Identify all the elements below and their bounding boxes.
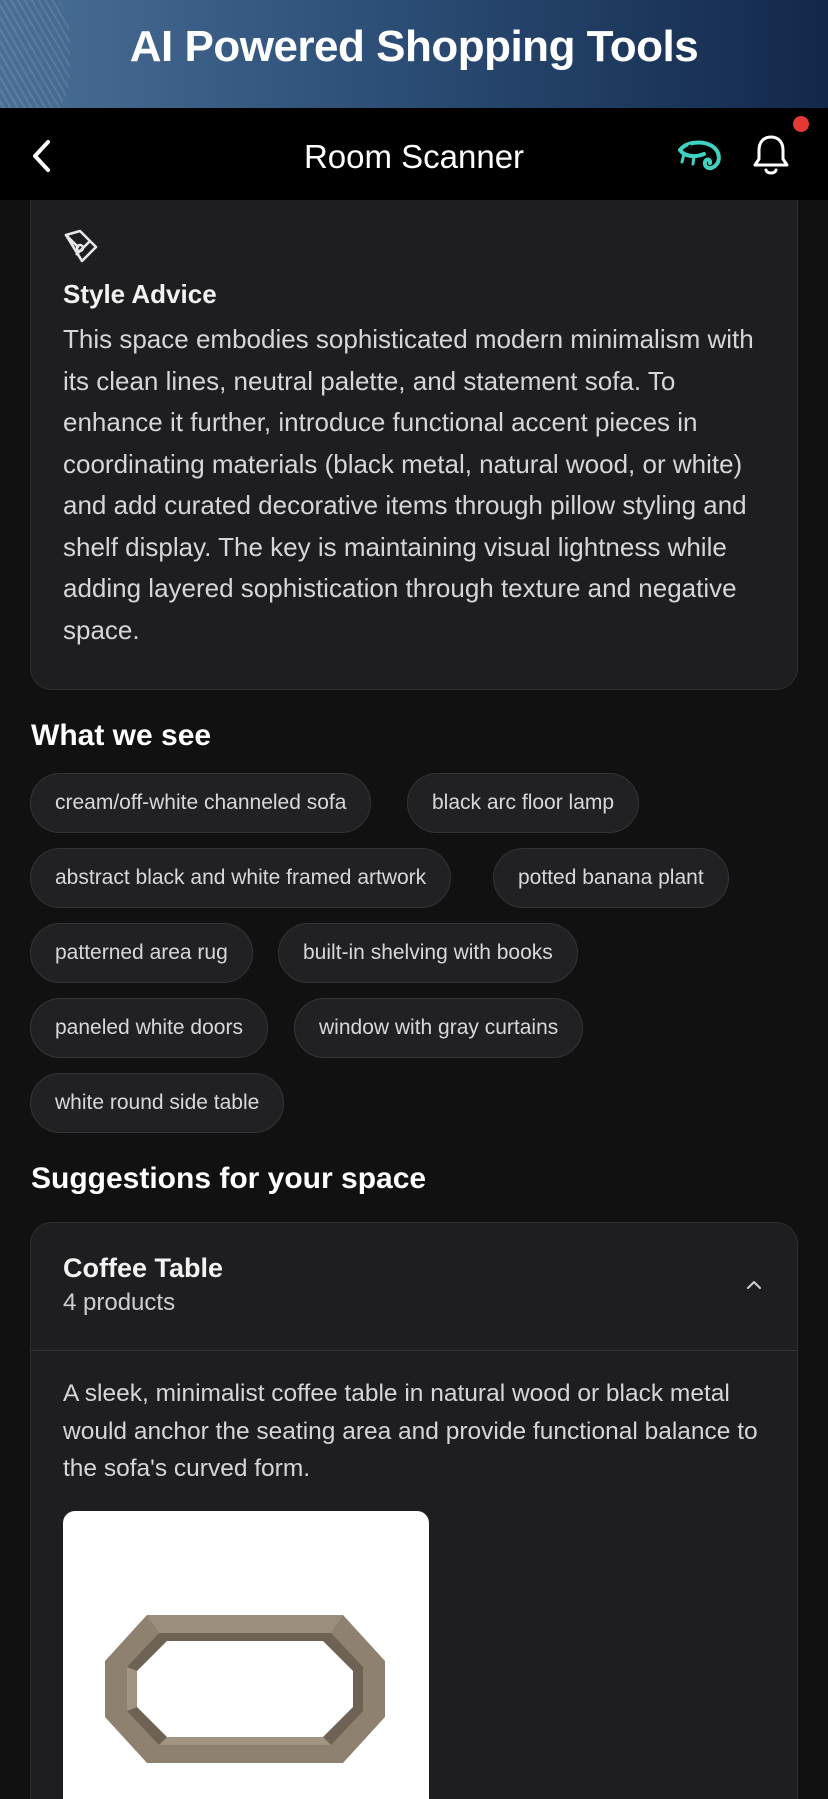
tag-chip[interactable]: cream/off-white channeled sofa: [30, 773, 372, 833]
tag-chip[interactable]: patterned area rug: [30, 923, 253, 983]
tag-chip[interactable]: potted banana plant: [493, 848, 729, 908]
scroll-content[interactable]: Style Advice This space embodies sophist…: [0, 200, 828, 1799]
notification-badge: [793, 116, 809, 132]
chameleon-logo[interactable]: [676, 136, 724, 176]
promo-banner: AI Powered Shopping Tools: [0, 0, 828, 108]
tag-chip[interactable]: paneled white doors: [30, 998, 268, 1058]
product-card[interactable]: [63, 1511, 429, 1799]
suggestion-title[interactable]: Coffee Table: [63, 1253, 223, 1284]
tag-chip[interactable]: white round side table: [30, 1073, 285, 1133]
chevron-up-icon[interactable]: [745, 1279, 763, 1291]
tag-chip[interactable]: black arc floor lamp: [407, 773, 640, 833]
product-image: [105, 1615, 385, 1763]
tag-chip[interactable]: built-in shelving with books: [278, 923, 578, 983]
suggestion-description: A sleek, minimalist coffee table in natu…: [63, 1380, 758, 1482]
pen-nib-icon: [64, 229, 98, 263]
suggestion-product-count: 4 products: [63, 1289, 176, 1316]
banner-title: AI Powered Shopping Tools: [129, 22, 699, 71]
what-we-see-title: What we see: [31, 719, 212, 752]
bell-icon[interactable]: [750, 132, 792, 180]
style-advice-body: This space embodies sophisticated modern…: [63, 324, 754, 645]
tag-chip[interactable]: abstract black and white framed artwork: [30, 848, 452, 908]
suggestion-card-coffee-table: Coffee Table 4 products A sleek, minimal…: [30, 1222, 798, 1799]
style-advice-card: Style Advice This space embodies sophist…: [30, 200, 798, 690]
nav-bar: Room Scanner: [0, 108, 828, 200]
style-advice-title: Style Advice: [63, 279, 217, 309]
divider: [31, 1350, 797, 1351]
tag-chip[interactable]: window with gray curtains: [294, 998, 584, 1058]
suggestions-title: Suggestions for your space: [31, 1162, 427, 1195]
